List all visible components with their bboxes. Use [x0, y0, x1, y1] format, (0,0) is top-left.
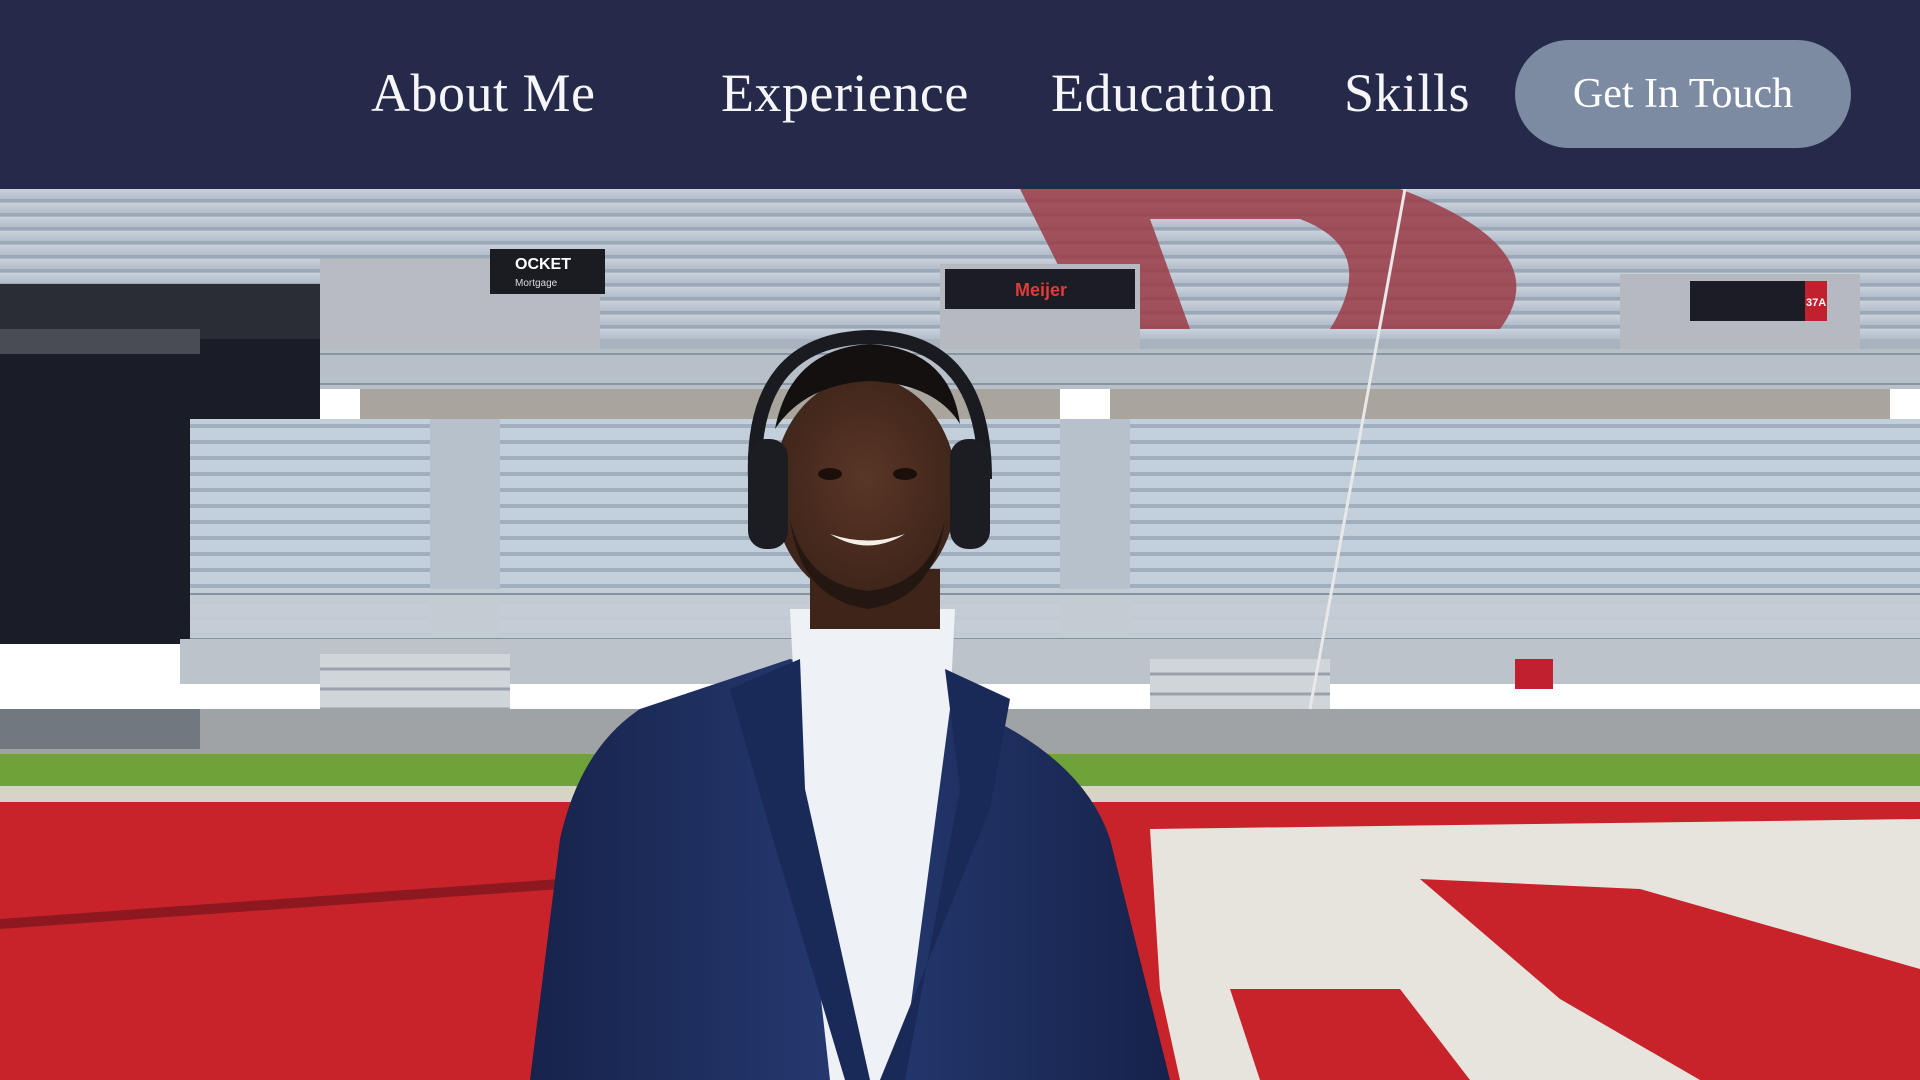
- stadium-portrait-image: OCKET Mortgage Meijer 37A: [0, 189, 1920, 1080]
- nav-experience[interactable]: Experience: [721, 58, 969, 128]
- nav-about-me[interactable]: About Me: [371, 58, 595, 128]
- nav-education[interactable]: Education: [1051, 58, 1274, 128]
- sign-rocket-text: OCKET: [515, 256, 571, 273]
- hero-photo: OCKET Mortgage Meijer 37A: [0, 189, 1920, 1080]
- site-header: About Me Experience Education Skills Get…: [0, 0, 1920, 189]
- nav-skills[interactable]: Skills: [1344, 58, 1470, 128]
- sign-mortgage-text: Mortgage: [515, 278, 558, 289]
- sign-meijer-text: Meijer: [1015, 280, 1067, 300]
- sign-37a-text: 37A: [1806, 297, 1826, 309]
- get-in-touch-button[interactable]: Get In Touch: [1515, 40, 1851, 148]
